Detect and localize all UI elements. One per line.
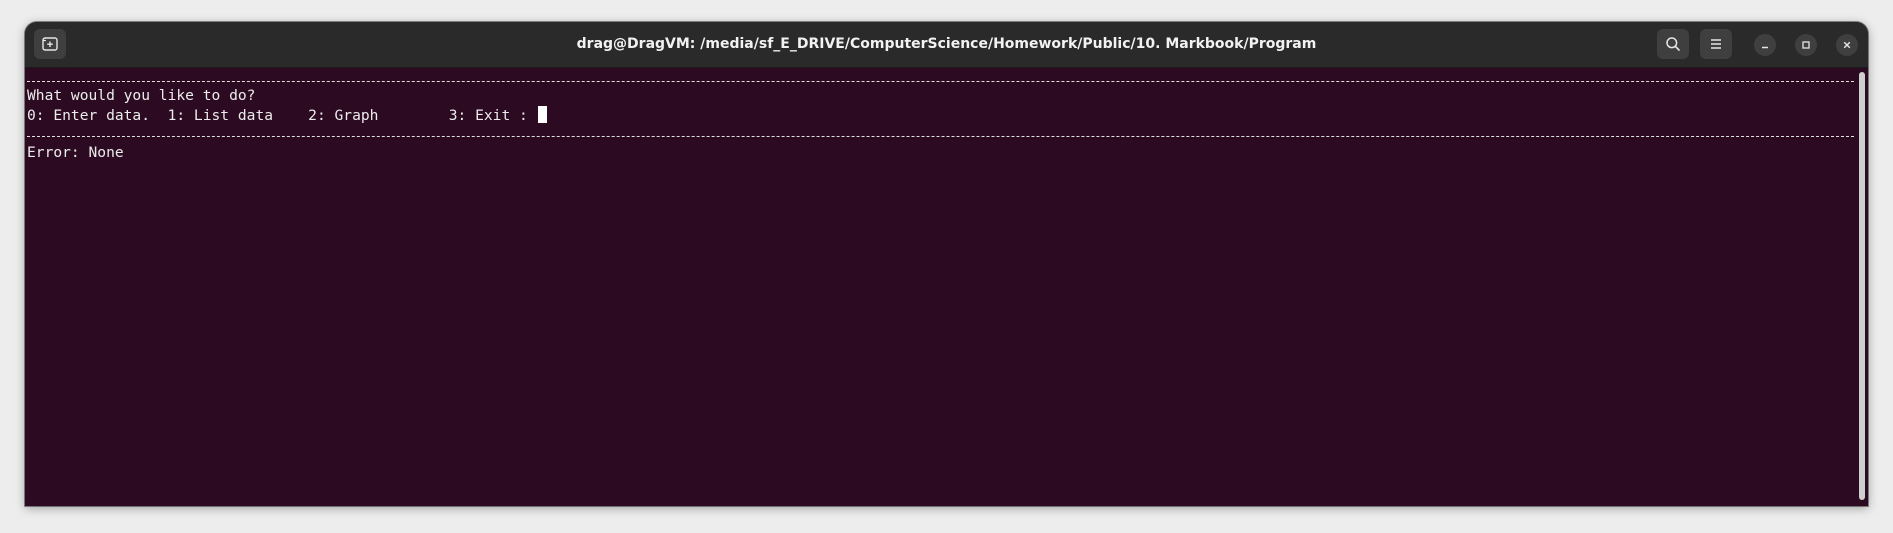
search-button[interactable] bbox=[1657, 29, 1689, 59]
vertical-scrollbar[interactable] bbox=[1859, 72, 1865, 500]
close-icon bbox=[1842, 40, 1852, 50]
menu-options-text: 0: Enter data. 1: List data 2: Graph 3: … bbox=[27, 107, 537, 124]
window-title: drag@DragVM: /media/sf_E_DRIVE/ComputerS… bbox=[576, 36, 1317, 52]
menu-options-line: 0: Enter data. 1: List data 2: Graph 3: … bbox=[27, 106, 547, 125]
error-status-line: Error: None bbox=[27, 144, 124, 161]
hamburger-menu-icon bbox=[1709, 38, 1723, 50]
close-button[interactable] bbox=[1836, 34, 1858, 56]
dashed-separator bbox=[27, 81, 1854, 82]
minimize-icon bbox=[1760, 40, 1770, 50]
search-icon bbox=[1665, 36, 1681, 52]
menu-button[interactable] bbox=[1700, 29, 1732, 59]
terminal-window: drag@DragVM: /media/sf_E_DRIVE/ComputerS… bbox=[25, 22, 1868, 506]
prompt-question: What would you like to do? bbox=[27, 87, 256, 104]
maximize-icon bbox=[1801, 40, 1811, 50]
dashed-separator bbox=[27, 136, 1854, 137]
text-cursor bbox=[537, 106, 547, 123]
minimize-button[interactable] bbox=[1754, 34, 1776, 56]
terminal-output[interactable]: What would you like to do? 0: Enter data… bbox=[27, 68, 1854, 506]
titlebar[interactable]: drag@DragVM: /media/sf_E_DRIVE/ComputerS… bbox=[25, 22, 1868, 68]
maximize-button[interactable] bbox=[1795, 34, 1817, 56]
